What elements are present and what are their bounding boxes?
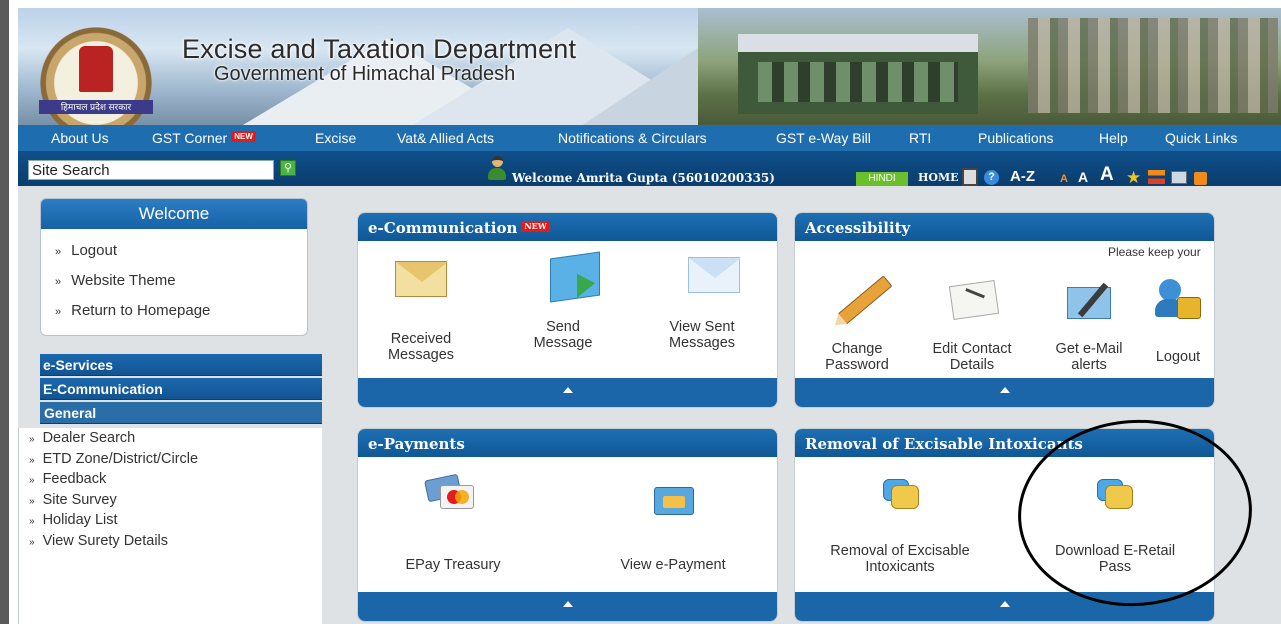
edit-contact-details-tile[interactable]: Edit Contact Details bbox=[917, 273, 1027, 373]
nav-excise[interactable]: Excise bbox=[315, 130, 356, 146]
change-password-tile[interactable]: Change Password bbox=[807, 273, 907, 373]
collapse-caret-icon[interactable] bbox=[999, 387, 1010, 393]
favorite-star-icon[interactable]: ★ bbox=[1126, 168, 1141, 188]
epay-treasury-tile[interactable]: EPay Treasury bbox=[378, 473, 528, 573]
collapse-caret-icon[interactable] bbox=[562, 387, 573, 393]
panel-heading: Removal of Excisable Intoxicants bbox=[795, 429, 1214, 457]
site-search-input[interactable] bbox=[28, 160, 274, 180]
banner-house bbox=[738, 34, 978, 114]
welcome-heading: Welcome bbox=[41, 199, 307, 229]
return-to-homepage-link[interactable]: » Return to Homepage bbox=[55, 300, 307, 330]
font-size-medium-button[interactable]: A bbox=[1078, 169, 1088, 185]
panel-footer bbox=[795, 378, 1214, 407]
category-general[interactable]: General bbox=[40, 402, 322, 424]
users-lock-icon bbox=[1155, 279, 1203, 323]
sent-envelope-icon bbox=[688, 257, 741, 293]
get-email-alerts-tile[interactable]: Get e-Mail alerts bbox=[1041, 273, 1137, 373]
category-e-services[interactable]: e-Services bbox=[40, 354, 322, 376]
screen-reader-icon[interactable] bbox=[962, 168, 978, 186]
utility-toolbar: ⚲ Welcome Amrita Gupta (56010200335) HIN… bbox=[18, 152, 1281, 188]
left-sidebar: Welcome » Logout » Website Theme » Return t… bbox=[18, 198, 322, 624]
panel-footer bbox=[358, 378, 777, 407]
panel-footer bbox=[358, 592, 777, 621]
panel-heading: Accessibility bbox=[795, 213, 1214, 241]
general-item-dealer-search[interactable]: » Dealer Search bbox=[29, 428, 322, 449]
main-nav: About Us GST Corner NEW Excise Vat& Allie… bbox=[18, 125, 1281, 152]
banner-town bbox=[1028, 18, 1278, 113]
search-button[interactable]: ⚲ bbox=[280, 160, 296, 176]
welcome-box: Welcome » Logout » Website Theme » Return t… bbox=[40, 198, 308, 336]
home-link[interactable]: HOME bbox=[918, 171, 959, 184]
collapse-caret-icon[interactable] bbox=[999, 601, 1010, 607]
panel-e-payments: e-Payments EPay Treasury View e-Payment bbox=[357, 428, 778, 622]
chat-bubbles-icon bbox=[883, 479, 919, 511]
new-badge: NEW bbox=[521, 221, 550, 232]
nav-gst-eway-bill[interactable]: GST e-Way Bill bbox=[776, 130, 871, 146]
payment-card-icon bbox=[654, 487, 694, 515]
accessibility-logout-tile[interactable]: Logout bbox=[1145, 273, 1211, 365]
nav-quick-links[interactable]: Quick Links bbox=[1165, 130, 1237, 146]
category-e-communication[interactable]: E-Communication bbox=[40, 378, 322, 400]
general-item-etd-zone[interactable]: » ETD Zone/District/Circle bbox=[29, 449, 322, 470]
collapse-caret-icon[interactable] bbox=[562, 601, 573, 607]
nav-publications[interactable]: Publications bbox=[978, 130, 1054, 146]
nav-help[interactable]: Help bbox=[1099, 130, 1128, 146]
download-e-retail-pass-tile[interactable]: Download E-Retail Pass bbox=[1035, 473, 1195, 575]
panel-footer bbox=[795, 592, 1214, 621]
panel-heading: e-Payments bbox=[358, 429, 777, 457]
search-icon: ⚲ bbox=[283, 162, 293, 174]
help-icon[interactable]: ? bbox=[984, 170, 999, 185]
welcome-user-text: Welcome Amrita Gupta (56010200335) bbox=[512, 171, 775, 185]
nav-gst-corner-label: GST Corner bbox=[152, 130, 228, 146]
user-icon bbox=[488, 156, 506, 182]
general-item-view-surety-details[interactable]: » View Surety Details bbox=[29, 531, 322, 552]
page: हिमाचल प्रदेश सरकार Excise and Taxation … bbox=[0, 0, 1281, 624]
window-edge bbox=[0, 0, 9, 624]
view-sent-messages-tile[interactable]: View Sent Messages bbox=[642, 257, 762, 351]
website-theme-link[interactable]: » Website Theme bbox=[55, 270, 307, 300]
general-list: » Dealer Search » ETD Zone/District/Circle… bbox=[18, 428, 322, 624]
accessibility-note: Please keep your bbox=[1108, 245, 1201, 259]
general-item-site-survey[interactable]: » Site Survey bbox=[29, 490, 322, 511]
a-z-index-link[interactable]: A-Z bbox=[1010, 168, 1035, 185]
site-title: Excise and Taxation Department bbox=[182, 34, 577, 64]
chat-bubbles-icon bbox=[1097, 479, 1133, 511]
nav-rti[interactable]: RTI bbox=[909, 130, 931, 146]
received-messages-tile[interactable]: Received Messages bbox=[366, 257, 476, 363]
site-subtitle: Government of Himachal Pradesh bbox=[214, 63, 516, 85]
hindi-button[interactable]: HINDI bbox=[856, 172, 908, 186]
envelope-icon bbox=[395, 261, 448, 297]
sitemap-icon[interactable] bbox=[1148, 170, 1165, 184]
nav-gst-corner[interactable]: GST Corner NEW bbox=[152, 130, 256, 146]
removal-of-excisable-intoxicants-tile[interactable]: Removal of Excisable Intoxicants bbox=[815, 473, 985, 575]
nav-vat-allied-acts[interactable]: Vat& Allied Acts bbox=[397, 130, 494, 146]
new-badge: NEW bbox=[231, 131, 256, 142]
panel-e-communication: e-Communication NEW Received Messages Sen… bbox=[357, 212, 778, 408]
nav-notifications-circulars[interactable]: Notifications & Circulars bbox=[558, 130, 707, 146]
content-area: Welcome » Logout » Website Theme » Return t… bbox=[18, 186, 1281, 624]
general-item-feedback[interactable]: » Feedback bbox=[29, 469, 322, 490]
state-emblem-logo: हिमाचल प्रदेश सरकार bbox=[31, 18, 161, 125]
send-message-icon bbox=[550, 251, 600, 303]
emblem-caption: हिमाचल प्रदेश सरकार bbox=[39, 100, 153, 114]
logout-link[interactable]: » Logout bbox=[55, 240, 307, 270]
edit-document-icon bbox=[948, 279, 1000, 321]
panel-heading: e-Communication NEW bbox=[358, 213, 777, 241]
email-alert-icon bbox=[1067, 287, 1111, 319]
panel-accessibility: Accessibility Please keep your Change Pa… bbox=[794, 212, 1215, 408]
general-item-holiday-list[interactable]: » Holiday List bbox=[29, 510, 322, 531]
nav-about-us[interactable]: About Us bbox=[51, 130, 109, 146]
header-banner: हिमाचल प्रदेश सरकार Excise and Taxation … bbox=[18, 8, 1281, 125]
cards-icon bbox=[424, 473, 474, 509]
font-size-large-button[interactable]: A bbox=[1100, 164, 1114, 186]
panel-removal-of-excisable-intoxicants: Removal of Excisable Intoxicants Removal… bbox=[794, 428, 1215, 622]
print-icon[interactable] bbox=[1171, 171, 1187, 184]
rss-icon[interactable] bbox=[1194, 172, 1207, 185]
view-e-payment-tile[interactable]: View e-Payment bbox=[598, 473, 748, 573]
send-message-tile[interactable]: Send Message bbox=[508, 251, 618, 351]
font-size-small-button[interactable]: A bbox=[1060, 173, 1068, 185]
